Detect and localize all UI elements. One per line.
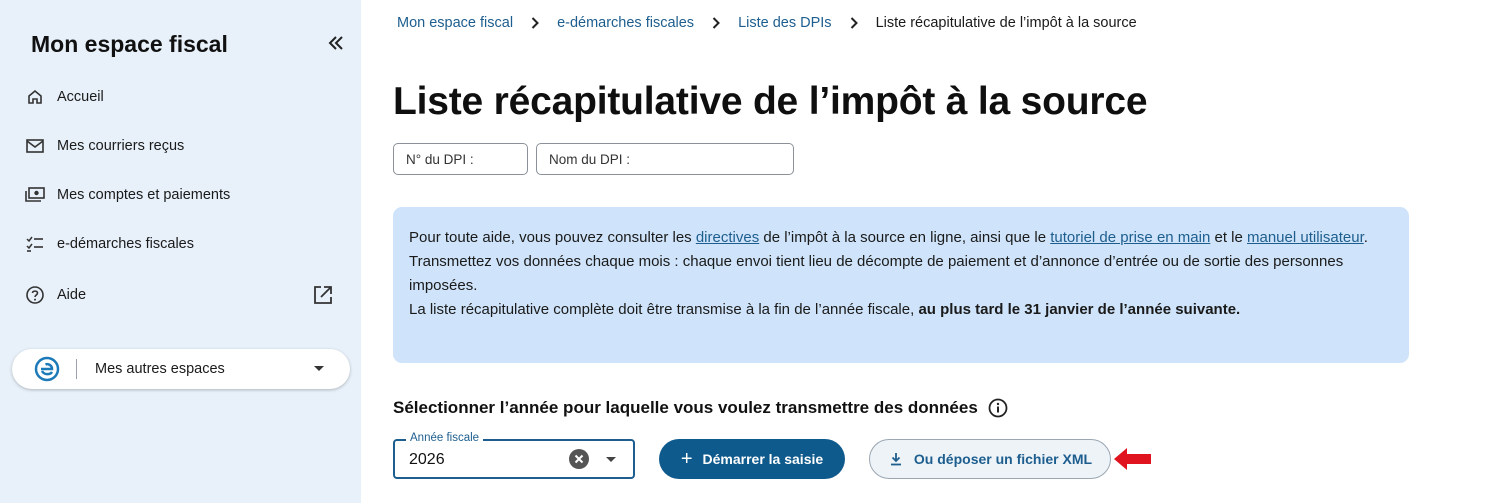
sidebar: Mon espace fiscal Accueil Mes courriers …: [0, 0, 361, 503]
breadcrumb-current: Liste récapitulative de l’impôt à la sou…: [875, 15, 1137, 31]
checklist-icon: [24, 233, 46, 255]
start-entry-button[interactable]: + Démarrer la saisie: [659, 439, 845, 479]
chevron-right-icon: [531, 17, 541, 29]
info-icon[interactable]: [988, 398, 1008, 418]
fiscal-year-select[interactable]: Année fiscale 2026: [393, 432, 635, 479]
upload-xml-label: Ou déposer un fichier XML: [913, 451, 1093, 467]
sidebar-item-courriers[interactable]: Mes courriers reçus: [24, 131, 344, 161]
sidebar-item-label: Mes courriers reçus: [57, 138, 185, 154]
divider: [76, 359, 77, 379]
info-paragraph-help: Pour toute aide, vous pouvez consulter l…: [409, 226, 1393, 250]
collapse-sidebar-icon[interactable]: [325, 32, 347, 54]
info-text: et le: [1210, 229, 1247, 246]
year-selection-heading: Sélectionner l’année pour laquelle vous …: [393, 398, 1008, 418]
breadcrumb: Mon espace fiscal e-démarches fiscales L…: [397, 13, 1137, 33]
sidebar-item-label: e-démarches fiscales: [57, 236, 194, 252]
sidebar-item-accueil[interactable]: Accueil: [24, 82, 344, 112]
sidebar-item-edemarches[interactable]: e-démarches fiscales: [24, 229, 344, 259]
directives-link[interactable]: directives: [696, 229, 759, 246]
annotation-arrow-icon: [1114, 448, 1151, 470]
sidebar-header: Mon espace fiscal: [31, 30, 347, 60]
payments-icon: [24, 184, 46, 206]
sidebar-item-aide[interactable]: Aide: [24, 280, 344, 310]
sidebar-item-label: Accueil: [57, 89, 104, 105]
upload-xml-button[interactable]: Ou déposer un fichier XML: [869, 439, 1111, 479]
fiscal-year-label: Année fiscale: [406, 432, 484, 444]
info-paragraph-monthly: Transmettez vos données chaque mois : ch…: [409, 253, 1344, 294]
clear-icon[interactable]: [569, 449, 589, 469]
sidebar-item-label: Mes comptes et paiements: [57, 187, 231, 203]
start-entry-label: Démarrer la saisie: [702, 451, 824, 467]
plus-icon: +: [680, 448, 693, 470]
mail-icon: [24, 135, 46, 157]
tutoriel-link[interactable]: tutoriel de prise en main: [1050, 229, 1210, 246]
other-spaces-dropdown[interactable]: Mes autres espaces: [12, 349, 350, 389]
dpi-number-input[interactable]: [393, 143, 528, 175]
home-icon: [24, 86, 46, 108]
sidebar-title: Mon espace fiscal: [31, 31, 228, 57]
dpi-name-input[interactable]: [536, 143, 794, 175]
info-box: Pour toute aide, vous pouvez consulter l…: [393, 207, 1409, 363]
deadline-text: au plus tard le 31 janvier de l’année su…: [918, 301, 1241, 318]
info-text: .: [1363, 229, 1368, 246]
chevron-down-icon[interactable]: [606, 457, 616, 462]
chevron-right-icon: [712, 17, 722, 29]
info-text: Pour toute aide, vous pouvez consulter l…: [409, 229, 696, 246]
breadcrumb-link-edemarches[interactable]: e-démarches fiscales: [557, 15, 694, 31]
other-spaces-label: Mes autres espaces: [95, 361, 225, 377]
sidebar-item-comptes[interactable]: Mes comptes et paiements: [24, 180, 344, 210]
fiscal-year-value: 2026: [409, 451, 445, 468]
page-title: Liste récapitulative de l’impôt à la sou…: [393, 80, 1148, 123]
sidebar-item-label: Aide: [57, 287, 87, 303]
info-text: La liste récapitulative complète doit êt…: [409, 301, 919, 318]
help-icon: [24, 284, 46, 306]
manuel-link[interactable]: manuel utilisateur: [1247, 229, 1364, 246]
download-icon: [888, 451, 904, 467]
chevron-down-icon: [314, 366, 324, 371]
external-link-icon: [312, 284, 334, 306]
year-selection-title: Sélectionner l’année pour laquelle vous …: [393, 398, 978, 417]
breadcrumb-link-espace-fiscal[interactable]: Mon espace fiscal: [397, 15, 513, 31]
e-logo-icon: [34, 356, 60, 382]
info-paragraph-deadline: La liste récapitulative complète doit êt…: [409, 298, 1393, 322]
breadcrumb-link-liste-dpis[interactable]: Liste des DPIs: [738, 15, 832, 31]
chevron-right-icon: [850, 17, 860, 29]
info-text: de l’impôt à la source en ligne, ainsi q…: [759, 229, 1051, 246]
